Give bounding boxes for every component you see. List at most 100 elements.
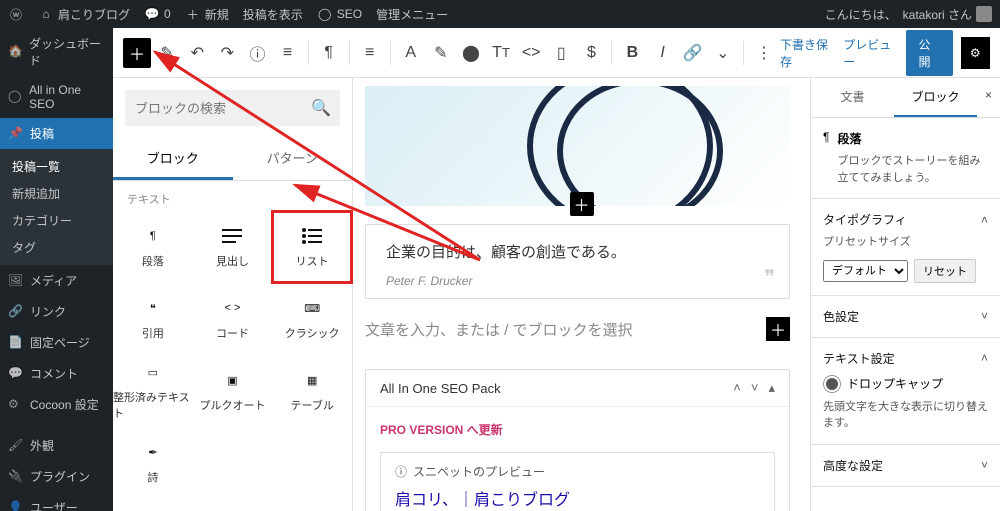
admin-menu[interactable]: 管理メニュー xyxy=(376,6,448,23)
chevron-up-icon: ˄ xyxy=(981,213,988,227)
block-type-desc: ブロックでストーリーを組み立ててみましょう。 xyxy=(837,153,988,186)
link-button[interactable]: 🔗 xyxy=(679,38,707,68)
snippet-heading: スニペットのプレビュー xyxy=(413,463,545,480)
menu-posts[interactable]: 📌投稿 xyxy=(0,118,113,149)
font-button[interactable]: A xyxy=(397,38,425,68)
block-search-input[interactable] xyxy=(135,101,311,116)
block-code[interactable]: < >コード xyxy=(193,283,273,355)
menu-aioseo[interactable]: ◯All in One SEO xyxy=(0,76,113,118)
add-block-button[interactable]: ＋ xyxy=(570,192,594,216)
bold-button[interactable]: B xyxy=(618,38,646,68)
undo-button[interactable]: ↶ xyxy=(183,38,211,68)
panel-down-icon[interactable]: ˅ xyxy=(751,380,759,396)
inline-add-button[interactable]: ＋ xyxy=(766,317,790,341)
redo-button[interactable]: ↷ xyxy=(213,38,241,68)
currency-button[interactable]: $ xyxy=(577,38,605,68)
block-options-button[interactable]: ⋮ xyxy=(750,38,778,68)
details-button[interactable]: ⓘ xyxy=(243,38,271,68)
aioseo-title: All In One SEO Pack xyxy=(380,381,501,396)
menu-cocoon[interactable]: ⚙Cocoon 設定 xyxy=(0,389,113,420)
reset-button[interactable]: リセット xyxy=(914,259,976,283)
more-formatting-button[interactable]: ⌄ xyxy=(709,38,737,68)
paragraph-placeholder[interactable]: 文章を入力、または / でブロックを選択 xyxy=(365,319,633,340)
menu-links[interactable]: 🔗リンク xyxy=(0,296,113,327)
heading-icon xyxy=(221,225,243,247)
italic-button[interactable]: I xyxy=(649,38,677,68)
block-quote[interactable]: ❝引用 xyxy=(113,283,193,355)
section-typography[interactable]: タイポグラフィ xyxy=(823,211,907,228)
publish-button[interactable]: 公開 xyxy=(906,30,952,76)
menu-pages-label: 固定ページ xyxy=(30,334,90,351)
aioseo-upgrade-link[interactable]: PRO VERSION へ更新 xyxy=(380,421,775,438)
user-menu[interactable]: katakori さん xyxy=(903,6,992,23)
fontsize-button[interactable]: TT xyxy=(487,38,515,68)
sidebar-tab-document[interactable]: 文書 xyxy=(811,78,894,117)
block-table[interactable]: ▦テーブル xyxy=(272,355,352,427)
view-post[interactable]: 投稿を表示 xyxy=(243,6,303,23)
block-list[interactable]: リスト xyxy=(272,211,352,283)
block-label: リスト xyxy=(296,253,329,269)
menu-comments[interactable]: 💬コメント xyxy=(0,358,113,389)
submenu-posts-list[interactable]: 投稿一覧 xyxy=(0,153,113,180)
paragraph-block-icon[interactable]: ¶ xyxy=(315,38,343,68)
outline-button[interactable]: ≡ xyxy=(274,38,302,68)
save-draft-button[interactable]: 下書き保存 xyxy=(780,36,835,70)
menu-users[interactable]: 👤ユーザー xyxy=(0,492,113,511)
menu-plugins-label: プラグイン xyxy=(30,468,90,485)
quotemark-icon: ❞ xyxy=(764,265,775,290)
toggle-inserter-button[interactable]: ＋ xyxy=(123,38,151,68)
settings-gear-button[interactable]: ⚙ xyxy=(961,37,990,69)
block-search[interactable]: 🔍 xyxy=(125,90,340,126)
menu-comments-label: コメント xyxy=(30,365,78,382)
sidebar-tab-block[interactable]: ブロック xyxy=(894,78,977,117)
dropcap-help: 先頭文字を大きな表示に切り替えます。 xyxy=(823,399,988,432)
chevron-down-icon: ˅ xyxy=(981,458,988,472)
block-heading[interactable]: 見出し xyxy=(193,211,273,283)
site-name: 肩こりブログ xyxy=(58,6,130,23)
submenu-posts-new[interactable]: 新規追加 xyxy=(0,180,113,207)
wp-logo[interactable]: ⓦ xyxy=(8,6,24,22)
menu-dashboard[interactable]: 🏠ダッシュボード xyxy=(0,28,113,76)
dropcap-toggle[interactable] xyxy=(823,375,841,393)
classic-icon: ⌨ xyxy=(301,297,323,319)
tab-blocks[interactable]: ブロック xyxy=(113,138,233,180)
code-button[interactable]: <> xyxy=(517,38,545,68)
section-color[interactable]: 色設定 xyxy=(823,308,859,325)
chevron-down-icon: ˅ xyxy=(981,309,988,323)
menu-plugins[interactable]: 🔌プラグイン xyxy=(0,461,113,492)
block-label: 見出し xyxy=(216,253,249,269)
quote-block[interactable]: 企業の目的は、顧客の創造である。 Peter F. Drucker ❞ xyxy=(365,224,790,299)
sidebar-close-button[interactable]: × xyxy=(977,78,1000,117)
panel-up-icon[interactable]: ˄ xyxy=(733,380,741,396)
seo-menu[interactable]: ◯SEO xyxy=(317,6,362,22)
comments-link[interactable]: 💬0 xyxy=(144,6,171,22)
snippet-title: 肩コリ、｜肩こりブログ xyxy=(395,486,760,510)
tag-button[interactable]: ⬤ xyxy=(457,38,485,68)
user-name: katakori さん xyxy=(903,6,972,23)
preview-button[interactable]: プレビュー xyxy=(843,36,898,70)
block-paragraph[interactable]: ¶段落 xyxy=(113,211,193,283)
new-content[interactable]: ＋新規 xyxy=(185,6,229,23)
site-home[interactable]: ⌂肩こりブログ xyxy=(38,6,130,23)
snippet-preview: ⓘスニペットのプレビュー 肩コリ、｜肩こりブログ http://katakori… xyxy=(380,452,775,511)
menu-pages[interactable]: 📄固定ページ xyxy=(0,327,113,358)
preset-size-select[interactable]: デフォルト xyxy=(823,260,908,282)
menu-media[interactable]: 🖼メディア xyxy=(0,265,113,296)
edit-icon[interactable]: ✎ xyxy=(153,38,181,68)
section-text[interactable]: テキスト設定 xyxy=(823,350,895,367)
chevron-up-icon: ˄ xyxy=(981,351,988,365)
align-button[interactable]: ≡ xyxy=(356,38,384,68)
block-preformatted[interactable]: ▭整形済みテキスト xyxy=(113,355,193,427)
quote-citation: Peter F. Drucker xyxy=(386,274,769,288)
submenu-posts-cat[interactable]: カテゴリー xyxy=(0,207,113,234)
page-button[interactable]: ▯ xyxy=(547,38,575,68)
submenu-posts-tag[interactable]: タグ xyxy=(0,234,113,261)
color-button[interactable]: ✎ xyxy=(427,38,455,68)
block-classic[interactable]: ⌨クラシック xyxy=(272,283,352,355)
block-verse[interactable]: ✒詩 xyxy=(113,427,193,499)
tab-patterns[interactable]: パターン xyxy=(233,138,353,180)
section-advanced[interactable]: 高度な設定 xyxy=(823,457,883,474)
panel-toggle-icon[interactable]: ▴ xyxy=(768,380,775,396)
block-pullquote[interactable]: ▣プルクオート xyxy=(193,355,273,427)
menu-appearance[interactable]: 🖌外観 xyxy=(0,430,113,461)
